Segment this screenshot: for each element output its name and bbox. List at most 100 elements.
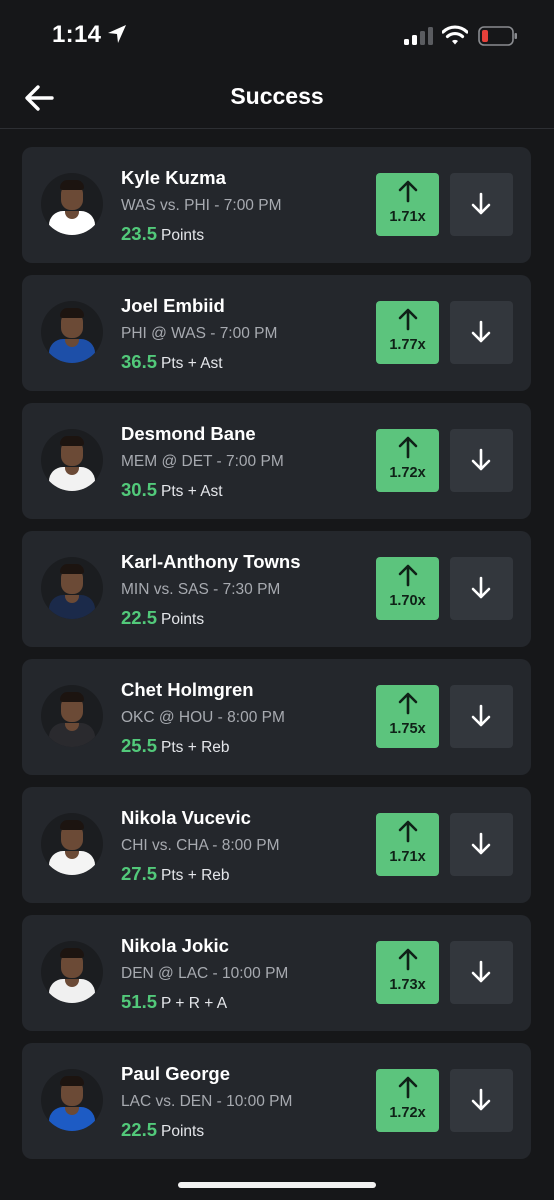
arrow-up-icon (398, 692, 418, 715)
payout-multiplier: 1.72x (389, 1105, 426, 1121)
less-button[interactable] (450, 813, 513, 876)
player-avatar (41, 1069, 103, 1131)
arrow-down-icon (471, 448, 491, 471)
arrow-up-icon (398, 564, 418, 587)
prop-card[interactable]: Paul George LAC vs. DEN - 10:00 PM 22.5 P… (22, 1043, 531, 1159)
more-button[interactable]: 1.72x (376, 429, 439, 492)
projection: 22.5 Points (121, 1119, 204, 1141)
home-indicator (178, 1182, 376, 1188)
player-avatar (41, 941, 103, 1003)
arrow-up-icon (398, 948, 418, 971)
less-button[interactable] (450, 1069, 513, 1132)
game-matchup: CHI vs. CHA - 8:00 PM (121, 837, 280, 854)
arrow-down-icon (471, 704, 491, 727)
player-avatar (41, 813, 103, 875)
arrow-up-icon (398, 436, 418, 459)
arrow-up-icon (398, 820, 418, 843)
stat-type: Pts + Ast (161, 355, 223, 372)
battery-low-icon (478, 26, 517, 46)
stat-type: Points (161, 227, 205, 244)
game-matchup: MIN vs. SAS - 7:30 PM (121, 581, 281, 598)
arrow-down-icon (471, 192, 491, 215)
player-name: Kyle Kuzma (121, 167, 226, 188)
player-avatar (41, 685, 103, 747)
wifi-icon (442, 25, 468, 45)
arrow-down-icon (471, 960, 491, 983)
cellular-signal-icon (404, 27, 433, 45)
projection-line: 22.5 (121, 607, 158, 628)
prop-card[interactable]: Nikola Vucevic CHI vs. CHA - 8:00 PM 27.… (22, 787, 531, 903)
more-button[interactable]: 1.72x (376, 1069, 439, 1132)
projection: 51.5 P + R + A (121, 991, 227, 1013)
less-button[interactable] (450, 301, 513, 364)
payout-multiplier: 1.73x (389, 977, 426, 993)
projection-line: 23.5 (121, 223, 158, 244)
payout-multiplier: 1.71x (389, 209, 426, 225)
player-name: Desmond Bane (121, 423, 256, 444)
nav-bar: Success (0, 72, 554, 129)
stat-type: Pts + Reb (161, 867, 230, 884)
arrow-down-icon (471, 1088, 491, 1111)
prop-card[interactable]: Joel Embiid PHI @ WAS - 7:00 PM 36.5 Pts … (22, 275, 531, 391)
payout-multiplier: 1.70x (389, 593, 426, 609)
more-button[interactable]: 1.70x (376, 557, 439, 620)
page-title: Success (230, 83, 324, 109)
stat-type: Points (161, 1123, 205, 1140)
player-name: Nikola Vucevic (121, 807, 251, 828)
projection-line: 27.5 (121, 863, 158, 884)
player-name: Joel Embiid (121, 295, 225, 316)
arrow-down-icon (471, 576, 491, 599)
payout-multiplier: 1.72x (389, 465, 426, 481)
player-avatar (41, 429, 103, 491)
player-avatar (41, 301, 103, 363)
prop-card[interactable]: Karl-Anthony Towns MIN vs. SAS - 7:30 PM… (22, 531, 531, 647)
arrow-up-icon (398, 308, 418, 331)
game-matchup: LAC vs. DEN - 10:00 PM (121, 1093, 293, 1110)
projection-line: 36.5 (121, 351, 158, 372)
player-name: Karl-Anthony Towns (121, 551, 301, 572)
player-name: Paul George (121, 1063, 230, 1084)
player-name: Nikola Jokic (121, 935, 229, 956)
projection: 22.5 Points (121, 607, 204, 629)
projection: 23.5 Points (121, 223, 204, 245)
projection-line: 25.5 (121, 735, 158, 756)
less-button[interactable] (450, 557, 513, 620)
game-matchup: MEM @ DET - 7:00 PM (121, 453, 284, 470)
payout-multiplier: 1.71x (389, 849, 426, 865)
less-button[interactable] (450, 941, 513, 1004)
stat-type: P + R + A (161, 995, 228, 1012)
projection-line: 51.5 (121, 991, 158, 1012)
prop-card[interactable]: Desmond Bane MEM @ DET - 7:00 PM 30.5 Pts… (22, 403, 531, 519)
prop-card[interactable]: Nikola Jokic DEN @ LAC - 10:00 PM 51.5 P … (22, 915, 531, 1031)
prop-card[interactable]: Chet Holmgren OKC @ HOU - 8:00 PM 25.5 Pt… (22, 659, 531, 775)
arrow-up-icon (398, 1076, 418, 1099)
prop-card[interactable]: Kyle Kuzma WAS vs. PHI - 7:00 PM 23.5 Poi… (22, 147, 531, 263)
status-bar: 1:14 (0, 0, 554, 72)
more-button[interactable]: 1.71x (376, 813, 439, 876)
prop-list: Kyle Kuzma WAS vs. PHI - 7:00 PM 23.5 Poi… (22, 147, 531, 1171)
player-name: Chet Holmgren (121, 679, 254, 700)
arrow-down-icon (471, 832, 491, 855)
player-avatar (41, 557, 103, 619)
projection-line: 22.5 (121, 1119, 158, 1140)
player-avatar (41, 173, 103, 235)
game-matchup: DEN @ LAC - 10:00 PM (121, 965, 289, 982)
game-matchup: WAS vs. PHI - 7:00 PM (121, 197, 282, 214)
game-matchup: OKC @ HOU - 8:00 PM (121, 709, 285, 726)
stat-type: Points (161, 611, 205, 628)
payout-multiplier: 1.75x (389, 721, 426, 737)
more-button[interactable]: 1.75x (376, 685, 439, 748)
less-button[interactable] (450, 173, 513, 236)
arrow-up-icon (398, 180, 418, 203)
location-arrow-icon (108, 25, 126, 43)
less-button[interactable] (450, 685, 513, 748)
game-matchup: PHI @ WAS - 7:00 PM (121, 325, 278, 342)
projection-line: 30.5 (121, 479, 158, 500)
status-time: 1:14 (52, 21, 102, 48)
less-button[interactable] (450, 429, 513, 492)
stat-type: Pts + Ast (161, 483, 223, 500)
more-button[interactable]: 1.73x (376, 941, 439, 1004)
arrow-down-icon (471, 320, 491, 343)
more-button[interactable]: 1.71x (376, 173, 439, 236)
more-button[interactable]: 1.77x (376, 301, 439, 364)
